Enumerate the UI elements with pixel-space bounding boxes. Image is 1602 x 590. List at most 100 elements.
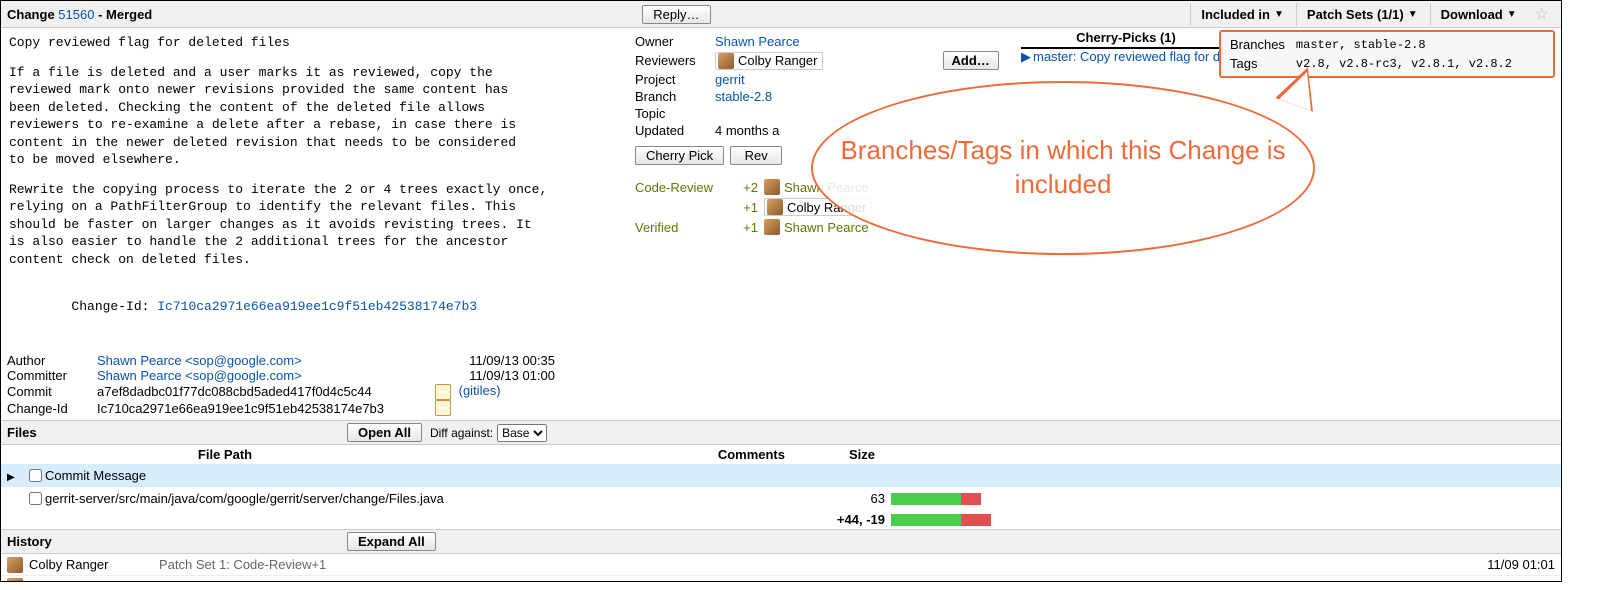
del-bar-icon xyxy=(961,493,981,505)
add-bar-icon xyxy=(891,514,961,526)
patch-sets-label: Patch Sets (1/1) xyxy=(1307,7,1404,22)
change-id-link[interactable]: Ic710ca2971e66ea919ee1c9f51eb42538174e7b… xyxy=(157,299,477,314)
topic-label: Topic xyxy=(635,106,715,121)
cherry-picks-title: Cherry-Picks (1) xyxy=(1021,30,1231,49)
committer-date: 11/09/13 01:00 xyxy=(435,368,555,383)
title-bar: Change 51560 - Merged Reply… Included in… xyxy=(1,1,1561,28)
included-in-label: Included in xyxy=(1201,7,1270,22)
committer-link[interactable]: Shawn Pearce <sop@google.com> xyxy=(97,368,302,383)
change-status: Merged xyxy=(106,7,152,22)
commit-subject: Copy reviewed flag for deleted files xyxy=(9,34,619,52)
cherry-pick-button[interactable]: Cherry Pick xyxy=(635,146,724,165)
history-date: 11/09 01:02 xyxy=(1445,579,1555,582)
included-in-panel: Branches master, stable-2.8 Tags v2.8, v… xyxy=(1219,30,1555,78)
project-label: Project xyxy=(635,72,715,87)
history-title: History xyxy=(7,534,347,549)
changeid-value: Ic710ca2971e66ea919ee1c9f51eb42538174e7b… xyxy=(97,401,384,416)
cherry-picks-panel: Cherry-Picks (1) ▶master: Copy reviewed … xyxy=(1021,30,1231,65)
reviewed-checkbox[interactable] xyxy=(29,469,42,482)
avatar-icon xyxy=(767,199,783,215)
reviewers-label: Reviewers xyxy=(635,53,715,68)
file-size: 63 xyxy=(795,491,885,506)
chevron-down-icon: ▼ xyxy=(1408,9,1418,20)
change-title: Change 51560 - Merged xyxy=(7,7,152,22)
commit-message: Copy reviewed flag for deleted files If … xyxy=(1,28,627,351)
author-link[interactable]: Shawn Pearce <sop@google.com> xyxy=(97,353,302,368)
history-row[interactable]: Colby RangerPatch Set 1: Code-Review+111… xyxy=(1,554,1561,576)
diff-against-select[interactable]: Base xyxy=(497,424,547,442)
avatar-icon xyxy=(764,179,780,195)
branch-link[interactable]: stable-2.8 xyxy=(715,89,772,104)
history-row[interactable]: Shawn PearcePatch Set 1: Code-Review+2 V… xyxy=(1,576,1561,582)
included-in-dropdown[interactable]: Included in ▼ xyxy=(1190,3,1294,26)
commit-change-id-line: Change-Id: Ic710ca2971e66ea919ee1c9f51eb… xyxy=(9,281,619,334)
files-table-header: File Path Comments Size xyxy=(1,445,1561,464)
history-date: 11/09 01:01 xyxy=(1445,557,1555,572)
branches-value: master, stable-2.8 xyxy=(1295,36,1513,53)
avatar-icon xyxy=(7,578,23,582)
author-label: Author xyxy=(7,353,97,368)
files-total-row: +44, -19 xyxy=(1,510,1561,529)
files-section-header: Files Open All Diff against: Base xyxy=(1,420,1561,445)
vote-score: +1 xyxy=(730,200,758,215)
avatar-icon xyxy=(718,53,734,69)
history-section-header: History Expand All xyxy=(1,529,1561,554)
reply-button[interactable]: Reply… xyxy=(642,5,710,24)
file-row[interactable]: gerrit-server/src/main/java/com/google/g… xyxy=(1,487,1561,510)
history-author: Colby Ranger xyxy=(29,557,159,572)
verified-label: Verified xyxy=(635,220,730,235)
download-dropdown[interactable]: Download ▼ xyxy=(1430,3,1527,26)
chevron-down-icon: ▼ xyxy=(1507,9,1517,20)
cherry-pick-link[interactable]: ▶master: Copy reviewed flag for dele xyxy=(1021,49,1231,65)
commit-paragraph: Rewrite the copying process to iterate t… xyxy=(9,181,619,269)
tags-value: v2.8, v2.8-rc3, v2.8.1, v2.8.2 xyxy=(1295,55,1513,72)
files-title: Files xyxy=(7,425,347,440)
triangle-right-icon: ▶ xyxy=(1021,49,1031,64)
expand-icon[interactable]: ▶ xyxy=(7,472,15,483)
owner-link[interactable]: Shawn Pearce xyxy=(715,34,800,49)
author-date: 11/09/13 00:35 xyxy=(435,353,555,368)
reviewer-chip[interactable]: Colby Ranger xyxy=(715,52,823,70)
change-id-link[interactable]: 51560 xyxy=(58,7,94,22)
rev-button[interactable]: Rev xyxy=(730,146,782,165)
patch-sets-dropdown[interactable]: Patch Sets (1/1) ▼ xyxy=(1296,3,1428,26)
history-message: Patch Set 1: Code-Review+2 Verified+1 xyxy=(159,579,1445,582)
add-bar-icon xyxy=(891,493,961,505)
avatar-icon xyxy=(764,219,780,235)
copy-icon[interactable] xyxy=(435,400,451,416)
gitiles-link[interactable]: (gitiles) xyxy=(459,383,501,398)
vote-name: Shawn Pearce xyxy=(784,220,869,235)
change-id-label: Change-Id: xyxy=(71,299,157,314)
reviewed-checkbox[interactable] xyxy=(29,492,42,505)
branch-label: Branch xyxy=(635,89,715,104)
commit-detail: Author Shawn Pearce <sop@google.com> 11/… xyxy=(1,351,1561,420)
open-all-button[interactable]: Open All xyxy=(347,423,422,442)
copy-icon[interactable] xyxy=(435,384,451,400)
history-message: Patch Set 1: Code-Review+1 xyxy=(159,557,1445,572)
file-row[interactable]: ▶ Commit Message xyxy=(1,464,1561,487)
diff-against-label: Diff against: xyxy=(430,426,493,440)
commit-paragraph: If a file is deleted and a user marks it… xyxy=(9,64,619,169)
file-path[interactable]: Commit Message xyxy=(45,468,675,483)
updated-value: 4 months a xyxy=(715,123,779,138)
commit-sha: a7ef8dadbc01f77dc088cbd5aded417f0d4c5c44 xyxy=(97,384,372,399)
add-reviewer-button[interactable]: Add… xyxy=(943,51,999,70)
owner-label: Owner xyxy=(635,34,715,49)
annotation-bubble: Branches/Tags in which this Change is in… xyxy=(811,81,1315,255)
del-bar-icon xyxy=(961,514,991,526)
star-icon[interactable]: ☆ xyxy=(1529,4,1555,24)
vote-score: +1 xyxy=(730,220,758,235)
branches-label: Branches xyxy=(1229,36,1293,53)
size-header: Size xyxy=(785,447,875,462)
files-total: +44, -19 xyxy=(837,512,885,527)
history-author: Shawn Pearce xyxy=(29,579,159,582)
file-path[interactable]: gerrit-server/src/main/java/com/google/g… xyxy=(45,491,675,506)
comments-header: Comments xyxy=(405,447,785,462)
file-path-header: File Path xyxy=(45,447,405,462)
avatar-icon xyxy=(7,557,23,573)
vote-score: +2 xyxy=(730,180,758,195)
tags-label: Tags xyxy=(1229,55,1293,72)
expand-all-button[interactable]: Expand All xyxy=(347,532,436,551)
updated-label: Updated xyxy=(635,123,715,138)
project-link[interactable]: gerrit xyxy=(715,72,745,87)
